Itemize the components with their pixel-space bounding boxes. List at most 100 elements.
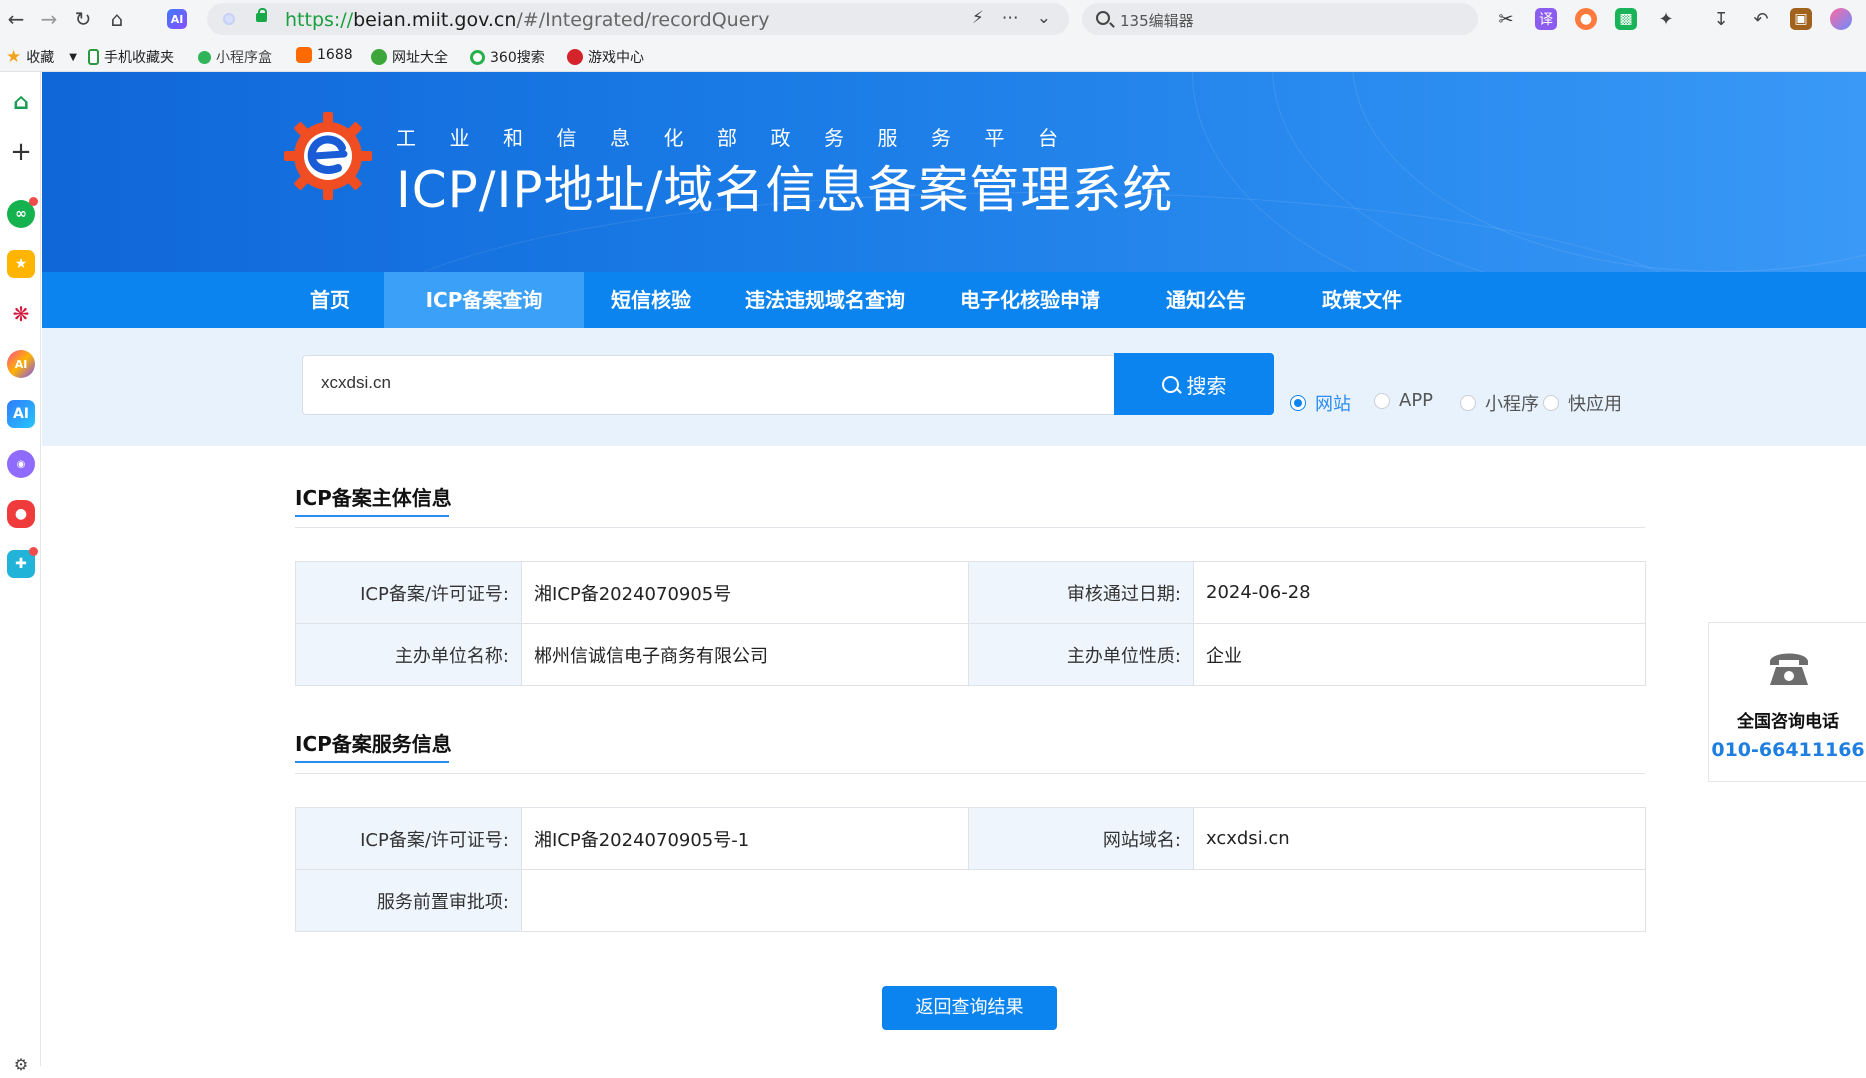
- nav-sms-verify[interactable]: 短信核验: [584, 272, 718, 328]
- nav-policy-docs[interactable]: 政策文件: [1284, 272, 1440, 328]
- bookmark-favorites[interactable]: ★ 收藏 ▼: [6, 47, 77, 67]
- nav-notices[interactable]: 通知公告: [1128, 272, 1284, 328]
- reload-icon[interactable]: ↻: [69, 5, 97, 33]
- section-divider: [295, 773, 1645, 774]
- service-info-title: ICP备案服务信息: [295, 732, 452, 756]
- section-divider: [295, 527, 1645, 528]
- ai-chat-icon[interactable]: AI: [7, 350, 35, 378]
- nav-home[interactable]: 首页: [276, 272, 384, 328]
- radio-quick-app[interactable]: 快应用: [1543, 390, 1622, 416]
- back-arrow-icon[interactable]: ←: [2, 5, 30, 33]
- url-path: /#/Integrated/recordQuery: [516, 9, 770, 31]
- robot-icon[interactable]: ◉: [7, 450, 35, 478]
- nav-electronic-verify[interactable]: 电子化核验申请: [932, 272, 1128, 328]
- scissors-icon[interactable]: ✂: [1495, 8, 1517, 30]
- home-icon[interactable]: ⌂: [7, 88, 35, 116]
- field-label: 主办单位名称:: [295, 623, 522, 686]
- phone-icon: [88, 49, 99, 65]
- radio-circle[interactable]: [1543, 395, 1559, 411]
- extensions-puzzle-icon[interactable]: ✦: [1655, 8, 1677, 30]
- settings-gear-icon[interactable]: ⚙: [7, 1050, 35, 1078]
- nav-icp-query[interactable]: ICP备案查询: [384, 272, 584, 328]
- radio-label: 小程序: [1485, 394, 1539, 415]
- field-label: ICP备案/许可证号:: [295, 807, 522, 870]
- bookmark-label: 收藏: [26, 50, 55, 66]
- site-info-icon[interactable]: [223, 13, 235, 25]
- hotline-number[interactable]: 010-66411166: [1709, 739, 1866, 761]
- bookmark-1688[interactable]: 1688: [296, 47, 353, 63]
- field-value: 企业: [1193, 623, 1646, 686]
- briefcase-icon[interactable]: ▣: [1790, 8, 1812, 30]
- query-input[interactable]: [321, 373, 1021, 393]
- bookmark-label: 网址大全: [392, 50, 448, 66]
- dropdown-caret-icon[interactable]: ▼: [69, 52, 77, 63]
- web-directory-icon: [371, 49, 387, 65]
- reader-icon[interactable]: ▩: [1615, 8, 1637, 30]
- add-icon[interactable]: +: [7, 137, 35, 167]
- field-value: xcxdsi.cn: [1193, 807, 1646, 870]
- ai-assistant-icon[interactable]: AI: [7, 400, 35, 428]
- chevron-down-icon[interactable]: ⌄: [1037, 8, 1051, 28]
- field-value: 湘ICP备2024070905号: [521, 561, 969, 624]
- mini-program-icon[interactable]: ∞: [7, 197, 38, 228]
- translate-icon[interactable]: 译: [1535, 8, 1557, 30]
- subject-info-title: ICP备案主体信息: [295, 486, 452, 510]
- table-row: 服务前置审批项:: [295, 869, 1646, 932]
- browser-search-box[interactable]: 135编辑器: [1082, 3, 1478, 35]
- network-graph-icon[interactable]: ❋: [7, 300, 35, 328]
- radio-circle[interactable]: [1374, 392, 1390, 409]
- search-button[interactable]: 搜索: [1114, 353, 1274, 415]
- nav-illegal-domain-query[interactable]: 违法违规域名查询: [718, 272, 932, 328]
- bookmark-360-search[interactable]: 360搜索: [470, 47, 545, 67]
- query-input-wrapper[interactable]: [302, 355, 1114, 415]
- tools-icon[interactable]: ✚: [7, 547, 38, 578]
- section-underline: [295, 761, 449, 763]
- radio-circle[interactable]: [1290, 395, 1306, 411]
- lightning-icon[interactable]: ⚡︎: [972, 8, 984, 28]
- undo-icon[interactable]: ↶: [1750, 8, 1772, 30]
- forward-arrow-icon[interactable]: →: [35, 5, 63, 33]
- bookmark-mobile-favorites[interactable]: 手机收藏夹: [88, 47, 174, 67]
- address-bar[interactable]: https://beian.miit.gov.cn/#/Integrated/r…: [207, 3, 1069, 35]
- bookmark-label: 360搜索: [490, 50, 545, 66]
- browser-toolbar: ← → ↻ ⌂ AI https://beian.miit.gov.cn/#/I…: [0, 0, 1866, 38]
- gamepad-icon[interactable]: ●: [1575, 8, 1597, 30]
- bookmark-label: 1688: [317, 47, 353, 63]
- field-value: 湘ICP备2024070905号-1: [521, 807, 969, 870]
- header-banner: 工业和信息化部政务服务平台 ICP/IP地址/域名信息备案管理系统: [42, 72, 1866, 272]
- radio-website[interactable]: 网站: [1290, 390, 1351, 416]
- more-dots-icon[interactable]: ⋯: [1002, 8, 1019, 28]
- search-button-label: 搜索: [1186, 373, 1227, 398]
- field-value: 2024-06-28: [1193, 561, 1646, 624]
- download-icon[interactable]: ↧: [1710, 8, 1732, 30]
- radio-circle[interactable]: [1460, 395, 1476, 411]
- query-bar: 搜索 网站 APP 小程序 快应用: [42, 328, 1866, 446]
- url-text[interactable]: https://beian.miit.gov.cn/#/Integrated/r…: [285, 9, 769, 31]
- bookmark-web-directory[interactable]: 网址大全: [371, 47, 448, 67]
- radio-mini-program[interactable]: 小程序: [1460, 390, 1539, 416]
- table-row: 主办单位名称: 郴州信诚信电子商务有限公司 主办单位性质: 企业: [295, 623, 1646, 686]
- back-to-results-button[interactable]: 返回查询结果: [882, 986, 1057, 1030]
- radio-label: 快应用: [1568, 394, 1622, 415]
- subject-info-table: ICP备案/许可证号: 湘ICP备2024070905号 审核通过日期: 202…: [295, 561, 1646, 686]
- field-label: ICP备案/许可证号:: [295, 561, 522, 624]
- bookmark-mini-program[interactable]: 小程序盒: [198, 47, 272, 67]
- lock-icon: [256, 8, 267, 22]
- bookmark-game-center[interactable]: 游戏中心: [567, 47, 644, 67]
- star-favorites-icon[interactable]: ★: [7, 250, 35, 278]
- telephone-icon: [1770, 653, 1808, 685]
- mini-program-icon: [198, 50, 211, 64]
- url-host: beian.miit.gov.cn: [353, 9, 517, 31]
- field-value: 郴州信诚信电子商务有限公司: [521, 623, 969, 686]
- profile-avatar-icon[interactable]: [1830, 8, 1852, 30]
- gamepad-icon[interactable]: ●: [7, 500, 35, 528]
- radio-app[interactable]: APP: [1374, 390, 1433, 411]
- service-info-table: ICP备案/许可证号: 湘ICP备2024070905号-1 网站域名: xcx…: [295, 807, 1646, 932]
- radio-label: 网站: [1315, 394, 1351, 415]
- ai-assistant-icon[interactable]: AI: [167, 9, 187, 29]
- home-icon[interactable]: ⌂: [103, 5, 131, 33]
- browser-sidebar: ⌂ + ∞ ★ ❋ AI AI ◉ ● ✚ ⚙: [0, 72, 41, 1074]
- platform-name: 工业和信息化部政务服务平台: [396, 126, 1092, 150]
- search-icon: [1096, 11, 1110, 25]
- 1688-icon: [296, 47, 312, 63]
